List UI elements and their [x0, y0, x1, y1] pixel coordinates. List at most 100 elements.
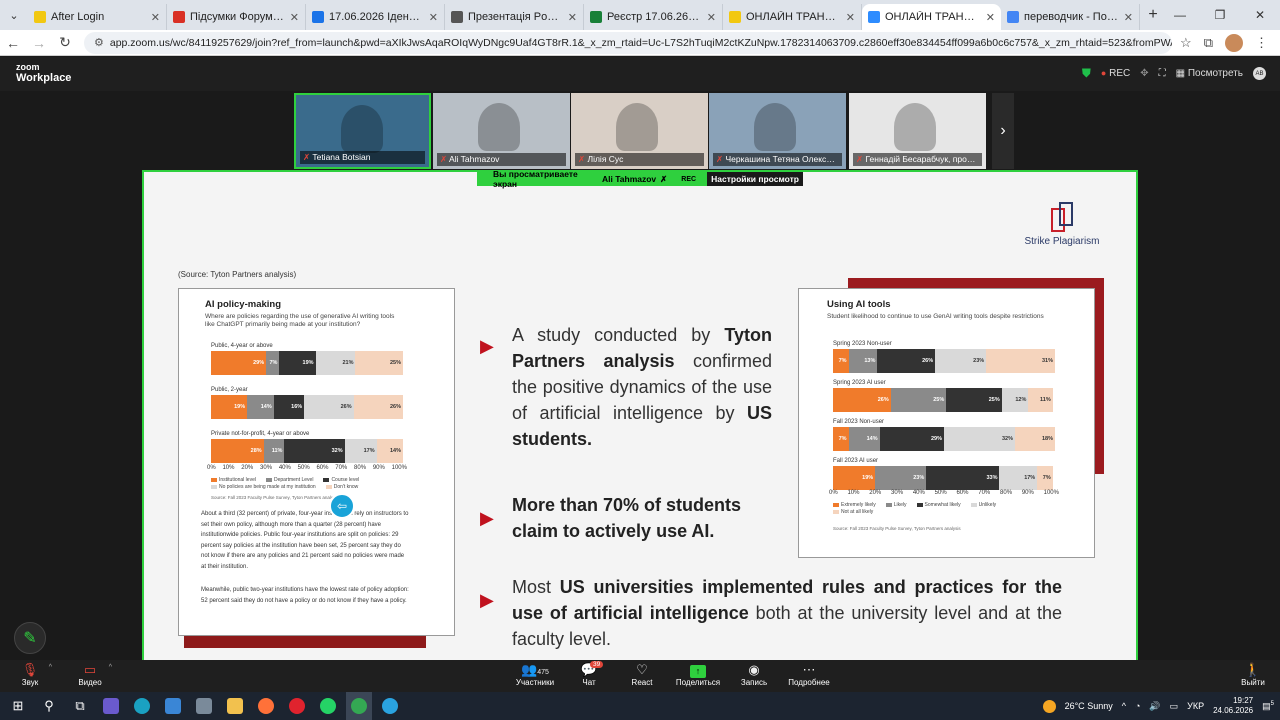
tab-favicon-icon: [868, 11, 880, 23]
close-window-icon[interactable]: ✕: [1240, 0, 1280, 30]
weather-text: Sunny: [1087, 701, 1113, 711]
search-icon[interactable]: ⚲: [36, 692, 62, 720]
bar-segment: 7%: [266, 351, 280, 375]
fullscreen-icon[interactable]: ⛶: [1159, 68, 1166, 79]
view-settings-button[interactable]: Настройки просмотр: [707, 172, 803, 186]
participant-video[interactable]: ✗ Ali Tahmazov: [433, 93, 570, 169]
network-icon[interactable]: ◔: [1135, 701, 1140, 711]
chat-button[interactable]: 💬 39 Чат: [578, 661, 604, 687]
site-info-icon[interactable]: ⚙: [94, 36, 104, 49]
share-button[interactable]: ↑ Поделиться: [674, 662, 722, 687]
figure-source: Source: Fall 2023 Faculty Pulse Survey, …: [211, 495, 339, 500]
app-icon[interactable]: [191, 692, 217, 720]
tab-favicon-icon: [34, 11, 46, 23]
forward-icon[interactable]: →: [26, 35, 52, 51]
leave-button[interactable]: 🚶 Выйти: [1240, 662, 1266, 687]
whatsapp-icon[interactable]: [315, 692, 341, 720]
windows-start-icon[interactable]: ⊞: [5, 692, 31, 720]
legend-item: Not at all likely: [833, 509, 873, 515]
reload-icon[interactable]: ↻: [52, 34, 78, 51]
participant-video[interactable]: ✗ Черкашина Тетяна Олександр...: [709, 93, 846, 169]
volume-icon[interactable]: 🔊: [1149, 701, 1160, 712]
task-view-icon[interactable]: ⧉: [67, 692, 93, 720]
back-icon[interactable]: ←: [0, 35, 26, 51]
chrome-icon[interactable]: [346, 692, 372, 720]
bookmark-star-icon[interactable]: ☆: [1180, 35, 1192, 51]
tab-search-icon[interactable]: ⌄: [0, 0, 28, 30]
copilot-icon[interactable]: [98, 692, 124, 720]
clock[interactable]: 19:27 24.06.2026: [1213, 696, 1253, 716]
figure-subtitle: Where are policies regarding the use of …: [205, 313, 395, 328]
browser-tab[interactable]: ОНЛАЙН ТРАНСЛЯ ✕: [862, 4, 1001, 30]
legend-item: Don't know: [325, 484, 358, 490]
close-tab-icon[interactable]: ✕: [429, 11, 438, 24]
bar-segment: 14%: [376, 439, 403, 463]
security-shield-icon[interactable]: ⛊: [1082, 66, 1091, 81]
file-explorer-icon[interactable]: [222, 692, 248, 720]
firefox-icon[interactable]: [253, 692, 279, 720]
mute-button[interactable]: 🎙 Звук ^: [18, 662, 52, 687]
browser-menu-icon[interactable]: ⋮: [1255, 35, 1268, 51]
battery-icon[interactable]: ▭: [1170, 701, 1179, 712]
view-button[interactable]: ▦ Посмотреть: [1176, 68, 1243, 79]
bullet-arrow-icon: ▶: [480, 590, 494, 610]
bar-segment: 11%: [1028, 388, 1053, 412]
close-tab-icon[interactable]: ✕: [986, 11, 995, 24]
stacked-bar: 29% 7% 19% 21% 25%: [211, 351, 403, 375]
more-button[interactable]: ⋯ Подробнее: [786, 662, 832, 687]
heart-icon: ♡: [636, 662, 648, 677]
chevron-up-icon[interactable]: ^: [49, 664, 52, 671]
language-indicator[interactable]: УКР: [1187, 701, 1204, 711]
opera-icon[interactable]: [284, 692, 310, 720]
close-tab-icon[interactable]: ✕: [151, 11, 160, 24]
browser-tab[interactable]: Підсумки Форуму COIL A ✕: [167, 4, 306, 30]
axis-tick-label: 20%: [241, 465, 254, 471]
close-tab-icon[interactable]: ✕: [846, 11, 855, 24]
react-button[interactable]: ♡ React: [630, 662, 654, 687]
browser-tab[interactable]: ОНЛАЙН ТРАНСЛЯЦІЯ ✕: [723, 4, 862, 30]
participant-name: ✗ Лілія Сус: [575, 153, 704, 166]
more-icon: ⋯: [802, 662, 816, 677]
minimize-icon[interactable]: —: [1160, 0, 1200, 30]
edge-icon[interactable]: [129, 692, 155, 720]
browser-tab[interactable]: After Login ✕: [28, 4, 167, 30]
pin-icon[interactable]: ✥: [1140, 68, 1148, 79]
mic-off-icon: ✗: [856, 154, 864, 164]
recording-label: REC: [1109, 68, 1131, 79]
telegram-icon[interactable]: [377, 692, 403, 720]
tab-list: After Login ✕ Підсумки Форуму COIL A ✕ 1…: [28, 0, 1140, 30]
restore-icon[interactable]: ❐: [1200, 0, 1240, 30]
legend: Institutional level Department Level Cours…: [211, 477, 411, 490]
participant-person: [478, 103, 520, 151]
profile-avatar[interactable]: [1225, 33, 1243, 52]
close-tab-icon[interactable]: ✕: [290, 11, 299, 24]
annotate-pen-icon[interactable]: ✎: [14, 622, 46, 654]
record-button[interactable]: ◉ Запись: [740, 662, 768, 687]
close-tab-icon[interactable]: ✕: [568, 11, 577, 24]
video-button[interactable]: ▭ Видео ^: [78, 662, 112, 687]
participant-video[interactable]: ✗ Tetiana Botsian: [294, 93, 431, 169]
avatar[interactable]: AB: [1253, 67, 1266, 80]
tray-chevron-icon[interactable]: ^: [1122, 701, 1126, 711]
participants-button[interactable]: 👥475 Участники: [514, 662, 556, 687]
url-field[interactable]: ⚙ app.zoom.us/wc/84119257629/join?ref_fr…: [84, 31, 1173, 54]
close-tab-icon[interactable]: ✕: [707, 11, 716, 24]
tab-favicon-icon: [729, 11, 741, 23]
browser-tab[interactable]: Презентація PowerPoint ✕: [445, 4, 584, 30]
weather-sun-icon: [1042, 699, 1056, 713]
participant-video[interactable]: ✗ Геннадій Бесарабчук, проректор...: [849, 93, 986, 169]
browser-tab[interactable]: Реєстр 17.06.26_Ідентич ✕: [584, 4, 723, 30]
chevron-up-icon[interactable]: ^: [109, 664, 112, 671]
axis-tick-label: 70%: [335, 465, 348, 471]
close-tab-icon[interactable]: ✕: [1124, 11, 1133, 24]
share-screen-icon: ↑: [690, 665, 706, 678]
browser-tab[interactable]: 17.06.2026 Ідентичність ✕: [306, 4, 445, 30]
extensions-icon[interactable]: ⧉: [1204, 35, 1213, 51]
browser-tab[interactable]: переводчик - Поиск в G ✕: [1001, 4, 1140, 30]
store-icon[interactable]: [160, 692, 186, 720]
participant-video[interactable]: ✗ Лілія Сус: [571, 93, 708, 169]
notifications-icon[interactable]: ▤5: [1262, 701, 1274, 712]
axis-tick-label: 40%: [912, 490, 925, 496]
viewing-label: Вы просматриваете экран: [493, 169, 578, 189]
chevron-right-icon[interactable]: ›: [992, 93, 1014, 169]
